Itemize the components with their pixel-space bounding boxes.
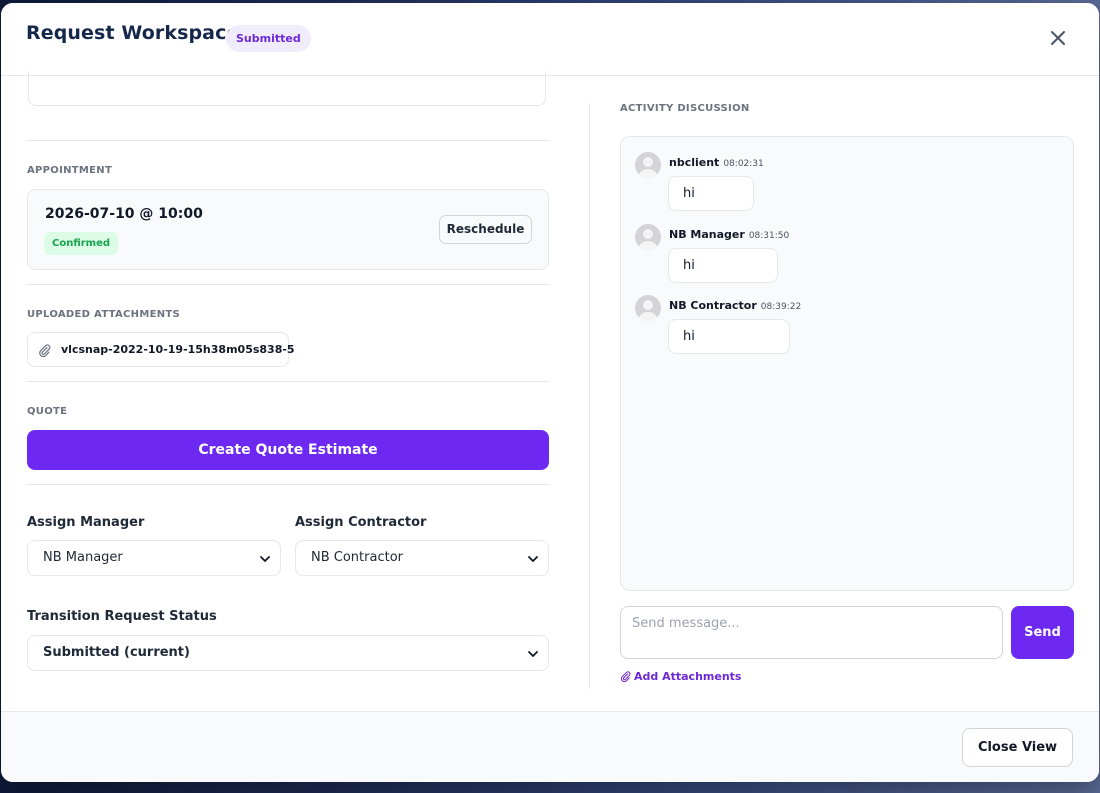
request-details-column: APPOINTMENT 2026-07-10 @ 10:00 Confirmed… bbox=[26, 71, 549, 711]
chevron-down-icon bbox=[260, 556, 270, 562]
transition-status-value: Submitted (current) bbox=[43, 645, 190, 660]
appointment-card: 2026-07-10 @ 10:00 Confirmed Reschedule bbox=[27, 189, 549, 270]
assign-contractor-select[interactable]: NB Contractor bbox=[295, 540, 549, 576]
modal-footer: Close View bbox=[1, 711, 1099, 782]
column-divider bbox=[589, 103, 590, 689]
message-time: 08:39:22 bbox=[760, 302, 802, 312]
modal-body: APPOINTMENT 2026-07-10 @ 10:00 Confirmed… bbox=[1, 71, 1099, 711]
appointment-section-label: APPOINTMENT bbox=[27, 165, 113, 176]
send-button[interactable]: Send bbox=[1011, 606, 1074, 659]
message-time: 08:31:50 bbox=[748, 231, 790, 241]
message-author: nbclient 08:02:31 bbox=[669, 156, 764, 169]
assign-manager-label: Assign Manager bbox=[27, 515, 145, 530]
chevron-down-icon bbox=[528, 651, 538, 657]
transition-status-select[interactable]: Submitted (current) bbox=[27, 635, 549, 671]
user-avatar-icon bbox=[635, 224, 661, 250]
scrolled-field-edge bbox=[28, 71, 546, 106]
request-workspace-modal: Request Workspace Submitted APPOINTMENT … bbox=[1, 3, 1099, 782]
quote-section-label: QUOTE bbox=[27, 406, 68, 417]
assign-contractor-label: Assign Contractor bbox=[295, 515, 427, 530]
message-input[interactable] bbox=[620, 606, 1003, 659]
appointment-datetime: 2026-07-10 @ 10:00 bbox=[45, 206, 203, 222]
divider bbox=[26, 140, 549, 141]
message-thread[interactable]: nbclient 08:02:31 hi NB Manager 08:31:50 h… bbox=[620, 136, 1074, 591]
appointment-status-badge: Confirmed bbox=[44, 232, 119, 255]
message-bubble: hi bbox=[668, 248, 778, 283]
message-author-name: nbclient bbox=[669, 156, 720, 169]
message-time: 08:02:31 bbox=[723, 159, 764, 169]
message-author: NB Contractor 08:39:22 bbox=[669, 299, 801, 312]
paperclip-icon bbox=[39, 344, 51, 357]
activity-discussion-label: ACTIVITY DISCUSSION bbox=[620, 103, 750, 114]
activity-discussion-column: ACTIVITY DISCUSSION nbclient 08:02:31 hi … bbox=[619, 77, 1075, 711]
close-icon bbox=[1051, 31, 1065, 45]
message-bubble: hi bbox=[668, 319, 790, 354]
reschedule-button[interactable]: Reschedule bbox=[439, 215, 532, 244]
message-author: NB Manager 08:31:50 bbox=[669, 228, 789, 241]
close-view-button[interactable]: Close View bbox=[962, 728, 1073, 767]
message-author-name: NB Contractor bbox=[669, 299, 757, 312]
modal-header: Request Workspace Submitted bbox=[1, 3, 1099, 76]
close-button[interactable] bbox=[1046, 26, 1070, 50]
create-quote-estimate-button[interactable]: Create Quote Estimate bbox=[27, 430, 549, 470]
assign-manager-value: NB Manager bbox=[43, 550, 123, 565]
divider bbox=[26, 284, 549, 285]
attachment-chip[interactable]: vlcsnap-2022-10-19-15h38m05s838-5 bbox=[27, 332, 295, 367]
attachments-section-label: UPLOADED ATTACHMENTS bbox=[27, 309, 181, 320]
status-badge: Submitted bbox=[226, 25, 311, 52]
divider bbox=[26, 381, 549, 382]
chevron-down-icon bbox=[528, 556, 538, 562]
message-author-name: NB Manager bbox=[669, 228, 745, 241]
assign-contractor-value: NB Contractor bbox=[311, 550, 403, 565]
divider bbox=[26, 484, 549, 485]
add-attachments-label: Add Attachments bbox=[634, 670, 742, 683]
message-bubble: hi bbox=[668, 176, 754, 211]
paperclip-icon bbox=[620, 671, 631, 682]
modal-title: Request Workspace bbox=[26, 22, 240, 44]
attachment-file-name: vlcsnap-2022-10-19-15h38m05s838-5 bbox=[61, 343, 295, 356]
transition-status-label: Transition Request Status bbox=[27, 609, 217, 624]
user-avatar-icon bbox=[635, 295, 661, 321]
user-avatar-icon bbox=[635, 152, 661, 178]
assign-manager-select[interactable]: NB Manager bbox=[27, 540, 281, 576]
